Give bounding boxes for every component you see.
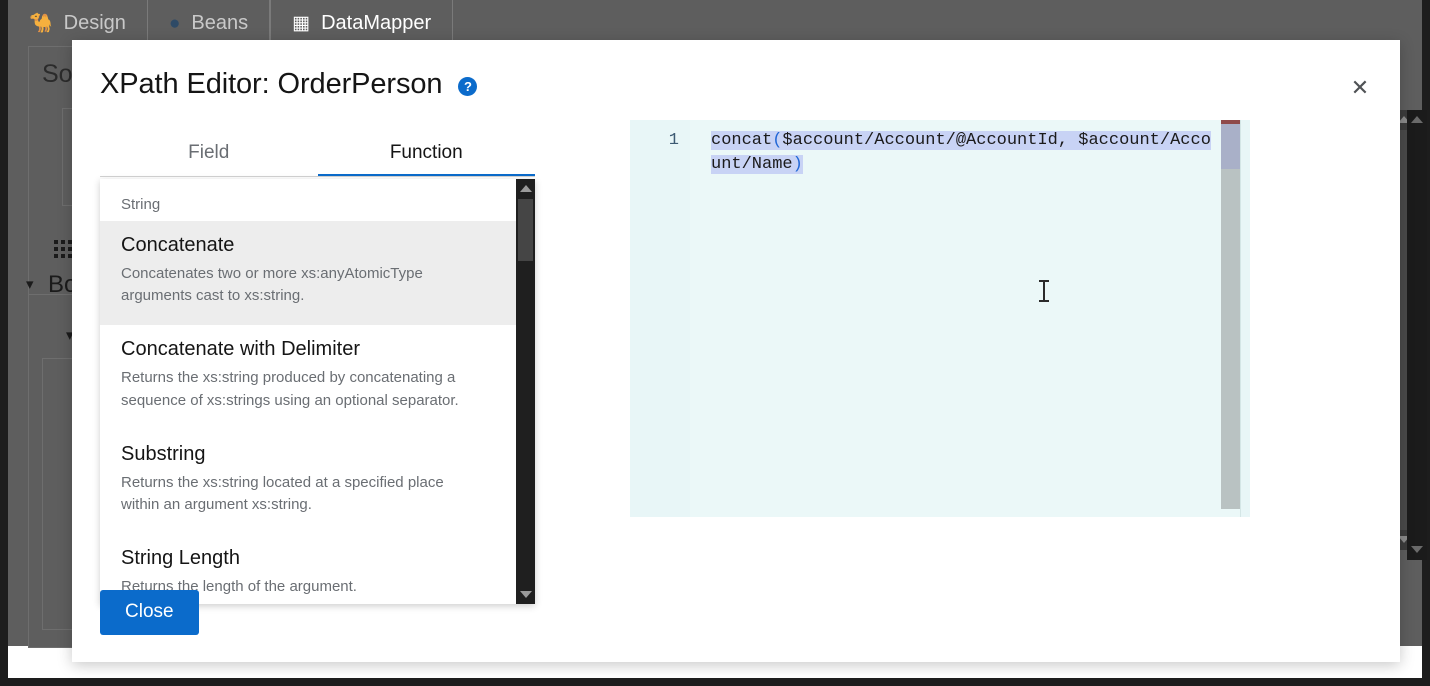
- close-icon[interactable]: ✕: [1342, 70, 1378, 106]
- beans-icon: ●: [168, 12, 181, 34]
- list-item[interactable]: Concatenate Concatenates two or more xs:…: [100, 221, 516, 326]
- outer-scroll-down-arrow-icon[interactable]: [1411, 546, 1423, 553]
- function-group-label: String: [121, 196, 161, 213]
- list-item[interactable]: Concatenate with Delimiter Returns the x…: [100, 325, 516, 429]
- dialog-tablist: Field Function: [100, 132, 535, 177]
- app-tab-design-label: Design: [63, 11, 126, 34]
- function-description: Returns the xs:string located at a speci…: [121, 473, 444, 513]
- text-cursor-icon: [1039, 280, 1049, 302]
- line-number: 1: [668, 131, 679, 150]
- function-list[interactable]: String Concatenate Concatenates two or m…: [100, 179, 516, 604]
- tab-function[interactable]: Function: [317, 132, 536, 177]
- screen: 🐪 Design ● Beans ▦ DataMapper Sou ▾ Boc …: [0, 0, 1430, 686]
- code-arguments: $account/Account/@AccountId, $account/Ac…: [711, 131, 1211, 174]
- function-name: Concatenate with Delimiter: [121, 338, 360, 361]
- list-item[interactable]: Substring Returns the xs:string located …: [100, 430, 516, 534]
- editor-minimap-scrollbar[interactable]: [1221, 120, 1240, 509]
- page-title: XPath Editor: OrderPerson: [100, 68, 443, 100]
- tablist-underline: [100, 176, 535, 177]
- datamapper-icon: ▦: [292, 12, 311, 34]
- scroll-up-arrow-icon[interactable]: [519, 185, 532, 192]
- function-list-panel: String Concatenate Concatenates two or m…: [100, 179, 535, 604]
- xpath-editor-dialog: XPath Editor: OrderPerson ? ✕ Field Func…: [72, 40, 1400, 662]
- editor-right-margin: [1240, 120, 1250, 517]
- dialog-header: XPath Editor: OrderPerson ?: [100, 68, 478, 101]
- function-name: Substring: [121, 442, 206, 465]
- editor-line-number-gutter: 1: [630, 120, 690, 517]
- outer-scrollbar-track[interactable]: [1407, 110, 1427, 560]
- xpath-code-editor[interactable]: 1 concat($account/Account/@AccountId, $a…: [630, 120, 1250, 517]
- outer-scroll-up-arrow-icon[interactable]: [1411, 116, 1423, 123]
- app-tab-beans-label: Beans: [191, 11, 249, 34]
- editor-minimap-selection: [1221, 124, 1240, 169]
- app-tab-datamapper-label: DataMapper: [321, 11, 432, 34]
- tab-field[interactable]: Field: [100, 132, 318, 177]
- close-button[interactable]: Close: [100, 590, 199, 635]
- function-description: Concatenates two or more xs:anyAtomicTyp…: [121, 265, 423, 305]
- code-close-paren: ): [792, 155, 803, 174]
- function-list-scrollbar[interactable]: [516, 179, 535, 604]
- question-circle-icon[interactable]: ?: [458, 77, 478, 96]
- code-open-paren: (: [772, 131, 783, 150]
- chevron-down-icon[interactable]: ▾: [26, 277, 34, 292]
- code-function-name: concat: [711, 131, 773, 150]
- editor-code-line[interactable]: concat($account/Account/@AccountId, $acc…: [711, 129, 1221, 177]
- function-name: String Length: [121, 547, 240, 570]
- function-list-scrollbar-thumb[interactable]: [518, 199, 533, 261]
- scroll-down-arrow-icon[interactable]: [519, 591, 532, 598]
- function-name: Concatenate: [121, 234, 235, 256]
- function-description: Returns the xs:string produced by concat…: [121, 369, 459, 409]
- grid-icon[interactable]: [54, 240, 72, 258]
- camel-icon: 🐪: [29, 12, 53, 34]
